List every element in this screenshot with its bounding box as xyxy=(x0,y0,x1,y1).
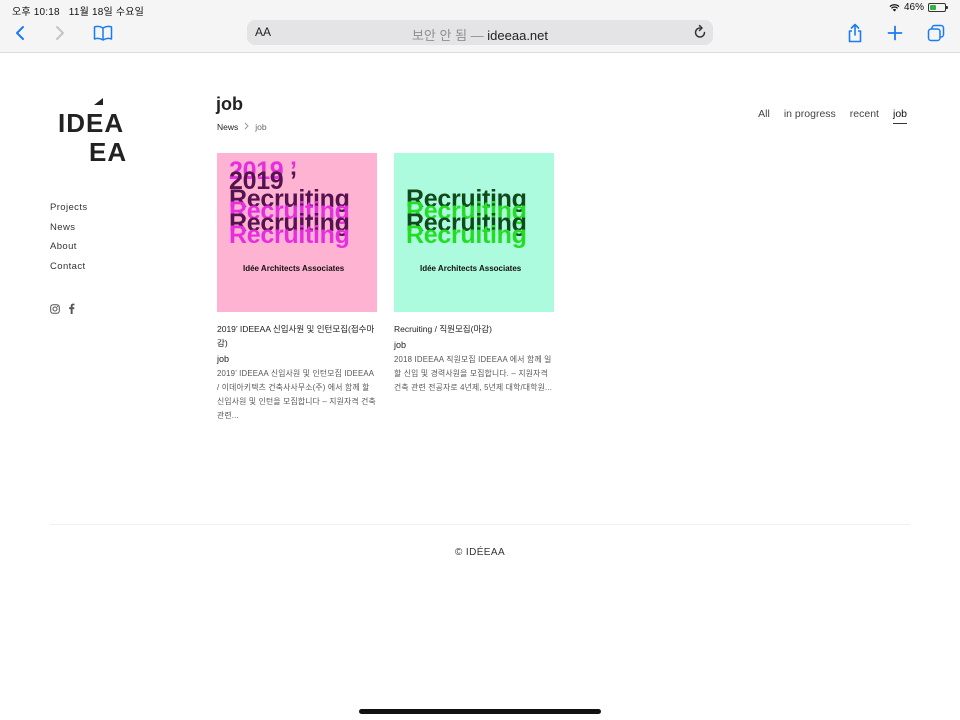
sidebar-nav: Projects News About Contact xyxy=(50,202,88,281)
new-tab-icon[interactable] xyxy=(883,22,907,44)
chevron-right-icon xyxy=(244,122,249,132)
thumb-company-text: Idée Architects Associates xyxy=(420,264,522,273)
nav-link-about[interactable]: About xyxy=(50,241,88,261)
share-icon[interactable] xyxy=(843,22,867,44)
post-card[interactable]: 2019 ’ 2019 ’ Recruiting Recruiting Recr… xyxy=(217,153,377,423)
breadcrumb: News job xyxy=(217,122,267,132)
nav-link-contact[interactable]: Contact xyxy=(50,261,88,281)
wifi-icon xyxy=(889,4,900,12)
breadcrumb-news[interactable]: News xyxy=(217,122,238,132)
nav-link-news[interactable]: News xyxy=(50,222,88,242)
post-category[interactable]: job xyxy=(217,354,377,364)
post-excerpt: 2018 IDEEAA 직원모집 IDEEAA 에서 함께 일할 신입 및 경력… xyxy=(394,355,553,392)
site-logo[interactable]: IDEA EA xyxy=(58,98,132,168)
footer-divider xyxy=(50,524,910,525)
category-filters: All in progress recent job xyxy=(758,108,908,124)
nav-link-projects[interactable]: Projects xyxy=(50,202,88,222)
page-title: job xyxy=(216,94,243,114)
back-icon[interactable] xyxy=(8,22,32,44)
logo-text-line1: IDEA xyxy=(58,108,125,138)
thumb-recruiting-text: Recruiting xyxy=(406,221,527,249)
post-excerpt: 2019’ IDEEAA 신입사원 및 인턴모집 IDEEAA / 이데아키텍츠… xyxy=(217,369,376,420)
battery-icon xyxy=(928,3,948,12)
logo-text-line2: EA xyxy=(89,137,128,167)
home-indicator[interactable] xyxy=(359,709,601,714)
status-bar: 오후 10:18 11월 18일 수요일 46% xyxy=(0,0,960,18)
post-category[interactable]: job xyxy=(394,340,554,350)
forward-icon[interactable] xyxy=(48,22,72,44)
bookmarks-icon[interactable] xyxy=(91,22,115,44)
filter-in-progress[interactable]: in progress xyxy=(784,108,836,120)
browser-toolbar: AA 보안 안 됨 — ideeaa.net xyxy=(0,16,960,53)
post-title[interactable]: 2019’ IDEEAA 신입사원 및 인턴모집(접수마감) xyxy=(217,322,377,350)
battery-percent: 46% xyxy=(903,2,924,13)
tabs-overview-icon[interactable] xyxy=(924,22,948,44)
post-title[interactable]: Recruiting / 직원모집(마감) xyxy=(394,322,554,336)
post-thumbnail[interactable]: Recruiting Recruiting Recruiting Recruit… xyxy=(394,153,554,312)
facebook-icon[interactable] xyxy=(68,301,75,319)
instagram-icon[interactable] xyxy=(50,301,60,319)
logo-accent-mark xyxy=(94,98,103,105)
footer-copyright: © IDÉEAA xyxy=(454,547,506,558)
filter-job[interactable]: job xyxy=(892,108,908,124)
thumb-company-text: Idée Architects Associates xyxy=(243,264,345,273)
post-thumbnail[interactable]: 2019 ’ 2019 ’ Recruiting Recruiting Recr… xyxy=(217,153,377,312)
address-bar[interactable]: AA 보안 안 됨 — ideeaa.net xyxy=(247,20,713,45)
social-links xyxy=(50,301,75,319)
thumb-recruiting-text: Recruiting xyxy=(229,221,350,249)
filter-recent[interactable]: recent xyxy=(850,108,879,120)
filter-all[interactable]: All xyxy=(758,108,770,120)
domain-label: ideeaa.net xyxy=(487,28,549,43)
reload-icon[interactable] xyxy=(693,24,707,45)
breadcrumb-current: job xyxy=(255,122,267,132)
not-secure-label: 보안 안 됨 — xyxy=(411,28,484,43)
url-text: 보안 안 됨 — ideeaa.net xyxy=(247,25,713,44)
post-card[interactable]: Recruiting Recruiting Recruiting Recruit… xyxy=(394,153,554,395)
